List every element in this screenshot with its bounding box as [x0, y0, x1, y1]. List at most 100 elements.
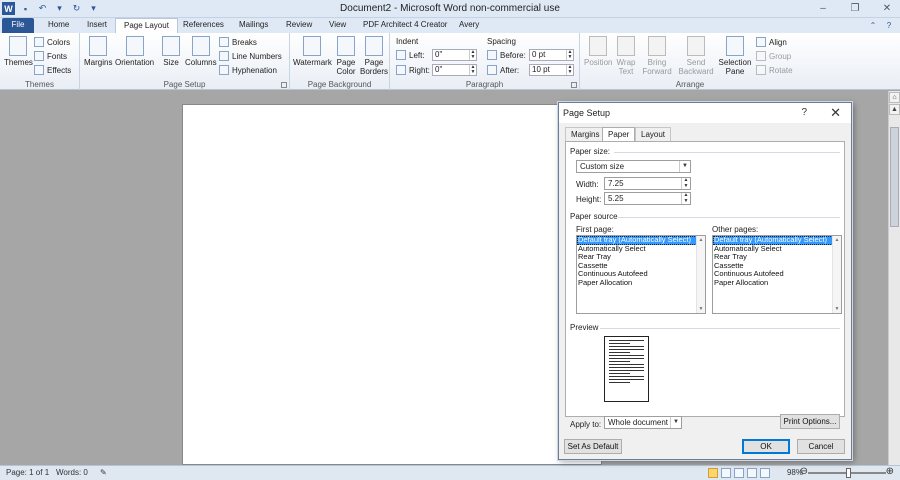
- paragraph-launcher-icon[interactable]: [571, 82, 577, 88]
- size-button[interactable]: Size: [162, 36, 180, 67]
- paper-size-value: Custom size: [580, 162, 625, 171]
- apply-to-dropdown-icon[interactable]: ▼: [670, 417, 681, 428]
- tab-avery[interactable]: Avery: [451, 18, 487, 33]
- web-layout-icon[interactable]: [734, 468, 744, 478]
- tab-view[interactable]: View: [321, 18, 354, 33]
- tab-references[interactable]: References: [175, 18, 232, 33]
- page-setup-launcher-icon[interactable]: [281, 82, 287, 88]
- dialog-close-icon[interactable]: ✕: [830, 105, 841, 121]
- tab-mailings[interactable]: Mailings: [231, 18, 276, 33]
- paragraph-group: Indent Left: 0" ▲ ▼ Right: 0" ▲ ▼ Spacing Be…: [390, 33, 580, 90]
- word-count[interactable]: Words: 0: [56, 468, 88, 477]
- minimize-icon[interactable]: –: [816, 1, 830, 15]
- tab-review[interactable]: Review: [278, 18, 320, 33]
- other-pages-item[interactable]: Paper Allocation: [713, 278, 841, 288]
- tab-file[interactable]: File: [2, 18, 34, 33]
- draft-view-icon[interactable]: [760, 468, 770, 478]
- dialog-tab-paper[interactable]: Paper: [602, 127, 636, 142]
- zoom-out-icon[interactable]: ⊖: [800, 466, 808, 477]
- send-backward-button[interactable]: Send Backward: [678, 36, 714, 76]
- orientation-button[interactable]: Orientation: [115, 36, 154, 67]
- effects-button[interactable]: Effects: [34, 64, 71, 76]
- themes-button[interactable]: Themes: [4, 36, 33, 67]
- rotate-button[interactable]: Rotate: [756, 64, 793, 76]
- spacing-before-input[interactable]: 0 pt ▲ ▼: [529, 49, 574, 61]
- breaks-button[interactable]: Breaks: [219, 36, 257, 48]
- cancel-button[interactable]: Cancel: [797, 439, 845, 454]
- page-borders-button[interactable]: Page Borders: [360, 36, 388, 76]
- zoom-slider-knob[interactable]: [846, 468, 851, 478]
- minimize-ribbon-icon[interactable]: ⌃: [868, 20, 878, 30]
- tab-insert[interactable]: Insert: [79, 18, 115, 33]
- line-numbers-button[interactable]: Line Numbers: [219, 50, 282, 62]
- dialog-tab-layout[interactable]: Layout: [635, 127, 672, 141]
- scroll-up-icon[interactable]: ▲: [697, 236, 705, 244]
- scroll-down-icon[interactable]: ▼: [697, 305, 705, 313]
- spacing-after-value: 10 pt: [532, 65, 550, 74]
- tab-page-layout[interactable]: Page Layout: [115, 18, 178, 33]
- print-layout-icon[interactable]: [708, 468, 718, 478]
- colors-button[interactable]: Colors: [34, 36, 70, 48]
- first-page-listbox[interactable]: Default tray (Automatically Select) Auto…: [576, 235, 706, 314]
- zoom-slider[interactable]: [808, 468, 886, 478]
- print-options-button[interactable]: Print Options...: [780, 414, 840, 429]
- set-as-default-button[interactable]: Set As Default: [564, 439, 622, 454]
- indent-right-spinner-icon[interactable]: ▲ ▼: [469, 65, 476, 75]
- height-spinner-icon[interactable]: ▲ ▼: [681, 192, 690, 204]
- spacing-before-spinner-icon[interactable]: ▲ ▼: [566, 50, 573, 60]
- first-page-scrollbar[interactable]: ▲ ▼: [696, 236, 705, 313]
- group-objects-button[interactable]: Group: [756, 50, 791, 62]
- indent-right-input[interactable]: 0" ▲ ▼: [432, 64, 477, 76]
- indent-left-input[interactable]: 0" ▲ ▼: [432, 49, 477, 61]
- proofing-icon[interactable]: ✎: [100, 468, 107, 477]
- paper-size-select[interactable]: Custom size ▼: [576, 160, 691, 173]
- columns-button[interactable]: Columns: [185, 36, 217, 67]
- indent-left-spinner-icon[interactable]: ▲ ▼: [469, 50, 476, 60]
- page-color-button[interactable]: Page Color: [334, 36, 358, 76]
- preview-line: [609, 379, 644, 380]
- spacing-after-spinner-icon[interactable]: ▲ ▼: [566, 65, 573, 75]
- dialog-help-icon[interactable]: ?: [801, 107, 807, 118]
- paper-size-dropdown-icon[interactable]: ▼: [679, 161, 690, 172]
- other-pages-listbox[interactable]: Default tray (Automatically Select) Auto…: [712, 235, 842, 314]
- restore-icon[interactable]: ❐: [848, 1, 862, 15]
- width-input[interactable]: 7.25 ▲ ▼: [604, 177, 691, 190]
- margins-button[interactable]: Margins: [84, 36, 112, 67]
- wrap-text-button[interactable]: Wrap Text: [615, 36, 637, 76]
- width-spinner-icon[interactable]: ▲ ▼: [681, 177, 690, 189]
- close-window-icon[interactable]: ✕: [880, 1, 894, 15]
- fonts-button[interactable]: Fonts: [34, 50, 67, 62]
- help-icon[interactable]: ?: [884, 20, 894, 30]
- tab-pdf-architect[interactable]: PDF Architect 4 Creator: [355, 18, 455, 33]
- first-page-item[interactable]: Paper Allocation: [577, 278, 705, 288]
- scroll-down-icon[interactable]: ▼: [833, 305, 841, 313]
- paper-tab-panel: Paper size: Custom size ▼ Width: 7.25 ▲ ▼…: [565, 141, 845, 429]
- document-page[interactable]: [182, 104, 602, 465]
- scroll-thumb[interactable]: [890, 127, 899, 227]
- selection-pane-button[interactable]: Selection Pane: [718, 36, 752, 76]
- dialog-tab-margins[interactable]: Margins: [565, 127, 606, 141]
- line-numbers-label: Line Numbers: [232, 51, 282, 61]
- height-input[interactable]: 5.25 ▲ ▼: [604, 192, 691, 205]
- zoom-in-icon[interactable]: ⊕: [886, 466, 894, 477]
- position-button[interactable]: Position: [584, 36, 612, 67]
- ruler-toggle-icon[interactable]: ⌂: [889, 92, 900, 103]
- tab-home[interactable]: Home: [40, 18, 77, 33]
- vertical-scrollbar[interactable]: ⌂ ▲: [888, 91, 900, 465]
- preview-line: [609, 361, 630, 362]
- ok-button[interactable]: OK: [742, 439, 790, 454]
- wrap-text-label: Wrap Text: [616, 58, 636, 76]
- scroll-up-icon[interactable]: ▲: [833, 236, 841, 244]
- margins-icon: [89, 36, 108, 56]
- watermark-button[interactable]: Watermark: [293, 36, 332, 67]
- scroll-up-icon[interactable]: ▲: [889, 104, 900, 115]
- other-pages-scrollbar[interactable]: ▲ ▼: [832, 236, 841, 313]
- spacing-after-input[interactable]: 10 pt ▲ ▼: [529, 64, 574, 76]
- full-screen-reading-icon[interactable]: [721, 468, 731, 478]
- apply-to-select[interactable]: Whole document ▼: [604, 416, 682, 429]
- page-count[interactable]: Page: 1 of 1: [6, 468, 49, 477]
- bring-forward-button[interactable]: Bring Forward: [640, 36, 674, 76]
- outline-view-icon[interactable]: [747, 468, 757, 478]
- align-button[interactable]: Align: [756, 36, 787, 48]
- hyphenation-button[interactable]: Hyphenation: [219, 64, 277, 76]
